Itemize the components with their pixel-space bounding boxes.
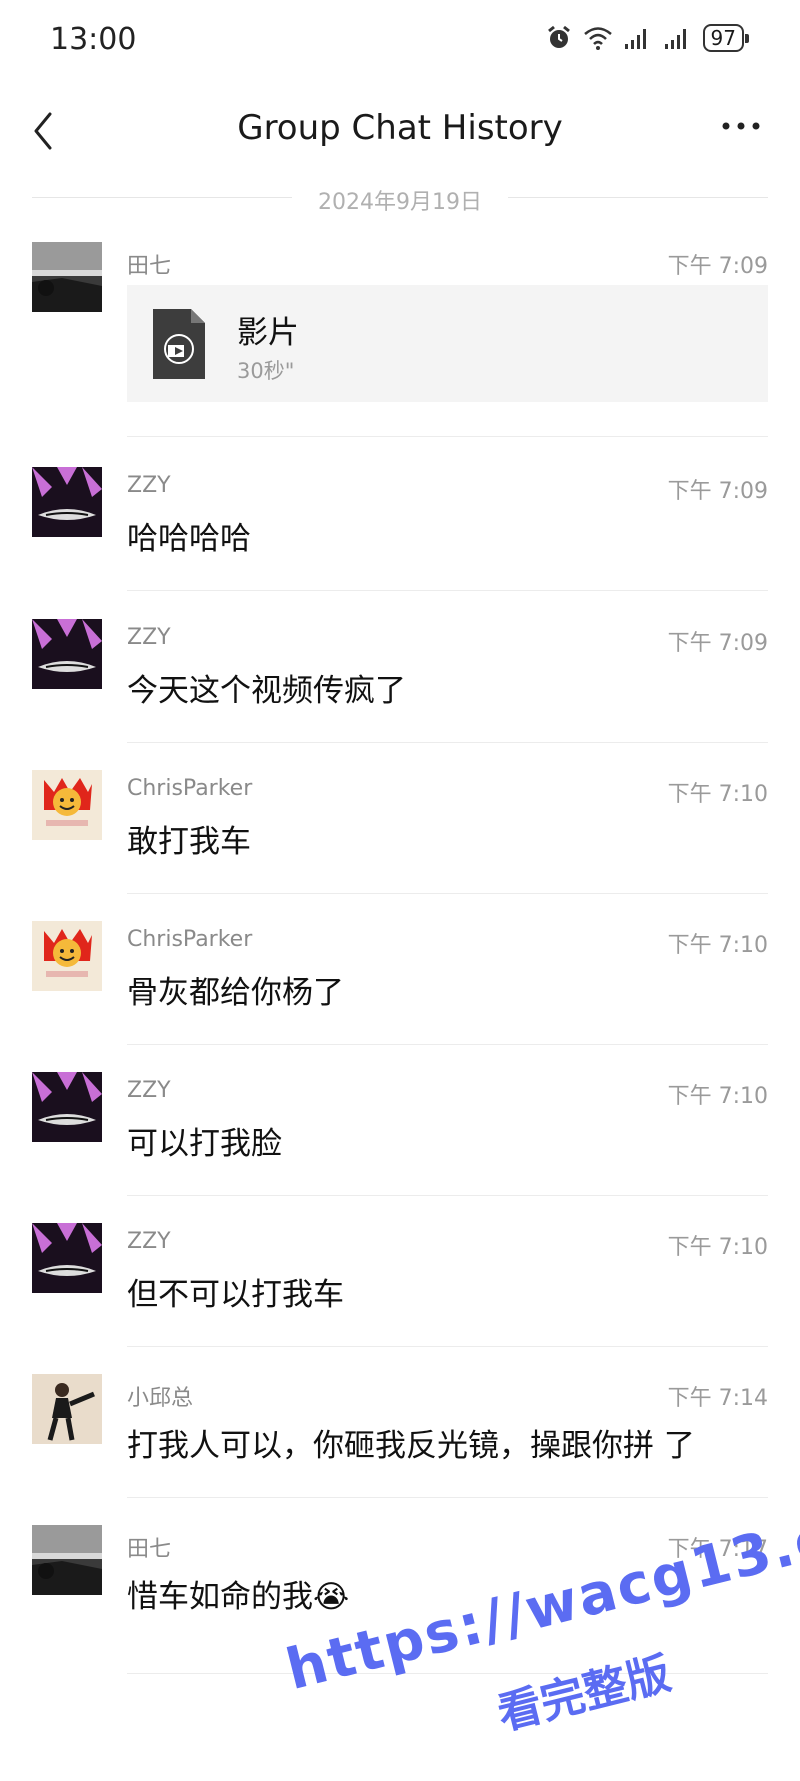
sender-name: ZZY: [127, 1078, 171, 1103]
message-item: ZZY 下午 7:09 今天这个视频传疯了: [0, 617, 800, 747]
message-time: 下午 7:14: [667, 1386, 768, 1411]
avatar[interactable]: [32, 1223, 102, 1293]
message-item: ZZY 下午 7:10 可以打我脸: [0, 1070, 800, 1200]
avatar[interactable]: [32, 467, 102, 537]
sender-name: ChrisParker: [127, 927, 253, 952]
sender-name: 小邱总: [127, 1386, 194, 1411]
message-item: 田七 下午 7:17 惜车如命的我😭: [0, 1523, 800, 1683]
divider: [127, 1044, 768, 1045]
divider: [127, 742, 768, 743]
message-time: 下午 7:10: [667, 933, 768, 958]
avatar[interactable]: [32, 921, 102, 991]
more-options-icon[interactable]: [716, 106, 766, 146]
divider: [127, 590, 768, 591]
avatar[interactable]: [32, 1374, 102, 1444]
video-file-icon: [153, 309, 205, 379]
message-text: 今天这个视频传疯了: [127, 673, 406, 709]
message-item: ChrisParker 下午 7:10 骨灰都给你杨了: [0, 919, 800, 1049]
message-text: 哈哈哈哈: [127, 521, 251, 557]
message-item: ZZY 下午 7:09 哈哈哈哈: [0, 465, 800, 595]
wifi-icon: [583, 27, 612, 50]
message-time: 下午 7:09: [667, 479, 768, 504]
message-text: 敢打我车: [127, 824, 251, 860]
sender-name: 田七: [127, 1537, 172, 1562]
divider: [127, 436, 768, 437]
message-item: 小邱总 下午 7:14 打我人可以，你砸我反光镜，操跟你拼 了: [0, 1372, 800, 1502]
sender-name: ZZY: [127, 1229, 171, 1254]
avatar[interactable]: [32, 770, 102, 840]
message-time: 下午 7:09: [667, 631, 768, 656]
nav-bar: Group Chat History: [0, 90, 800, 170]
message-item: 田七 下午 7:09 影片 30秒": [0, 240, 800, 440]
message-text: 但不可以打我车: [127, 1277, 344, 1313]
avatar[interactable]: [32, 1525, 102, 1595]
signal-icon-2: [664, 29, 686, 49]
status-bar: 13:00 97: [0, 0, 800, 80]
message-text: 打我人可以，你砸我反光镜，操跟你拼 了: [127, 1428, 695, 1464]
status-icons: 97: [545, 24, 750, 52]
message-text: 骨灰都给你杨了: [127, 975, 344, 1011]
divider: [127, 893, 768, 894]
sender-name: 田七: [127, 254, 172, 279]
file-duration: 30秒": [237, 359, 295, 383]
alarm-icon: [547, 25, 570, 48]
status-time: 13:00: [50, 22, 137, 57]
signal-icon-1: [624, 29, 646, 49]
divider: [127, 1346, 768, 1347]
message-time: 下午 7:17: [667, 1537, 768, 1562]
sender-name: ChrisParker: [127, 776, 253, 801]
message-time: 下午 7:09: [667, 254, 768, 279]
date-divider: 2024年9月19日: [32, 182, 768, 215]
message-time: 下午 7:10: [667, 782, 768, 807]
avatar[interactable]: [32, 1072, 102, 1142]
video-file-card[interactable]: 影片 30秒": [127, 285, 768, 402]
message-time: 下午 7:10: [667, 1235, 768, 1260]
page-title: Group Chat History: [237, 108, 563, 148]
date-label: 2024年9月19日: [318, 190, 482, 215]
message-time: 下午 7:10: [667, 1084, 768, 1109]
battery-indicator: 97: [702, 24, 750, 52]
message-item: ChrisParker 下午 7:10 敢打我车: [0, 768, 800, 898]
message-text: 可以打我脸: [127, 1126, 282, 1162]
message-item: ZZY 下午 7:10 但不可以打我车: [0, 1221, 800, 1351]
sender-name: ZZY: [127, 625, 171, 650]
divider: [127, 1673, 768, 1674]
divider: [127, 1195, 768, 1196]
avatar[interactable]: [32, 619, 102, 689]
divider: [127, 1497, 768, 1498]
avatar[interactable]: [32, 242, 102, 312]
message-text: 惜车如命的我😭: [127, 1579, 350, 1615]
sender-name: ZZY: [127, 473, 171, 498]
file-name: 影片: [237, 315, 299, 351]
